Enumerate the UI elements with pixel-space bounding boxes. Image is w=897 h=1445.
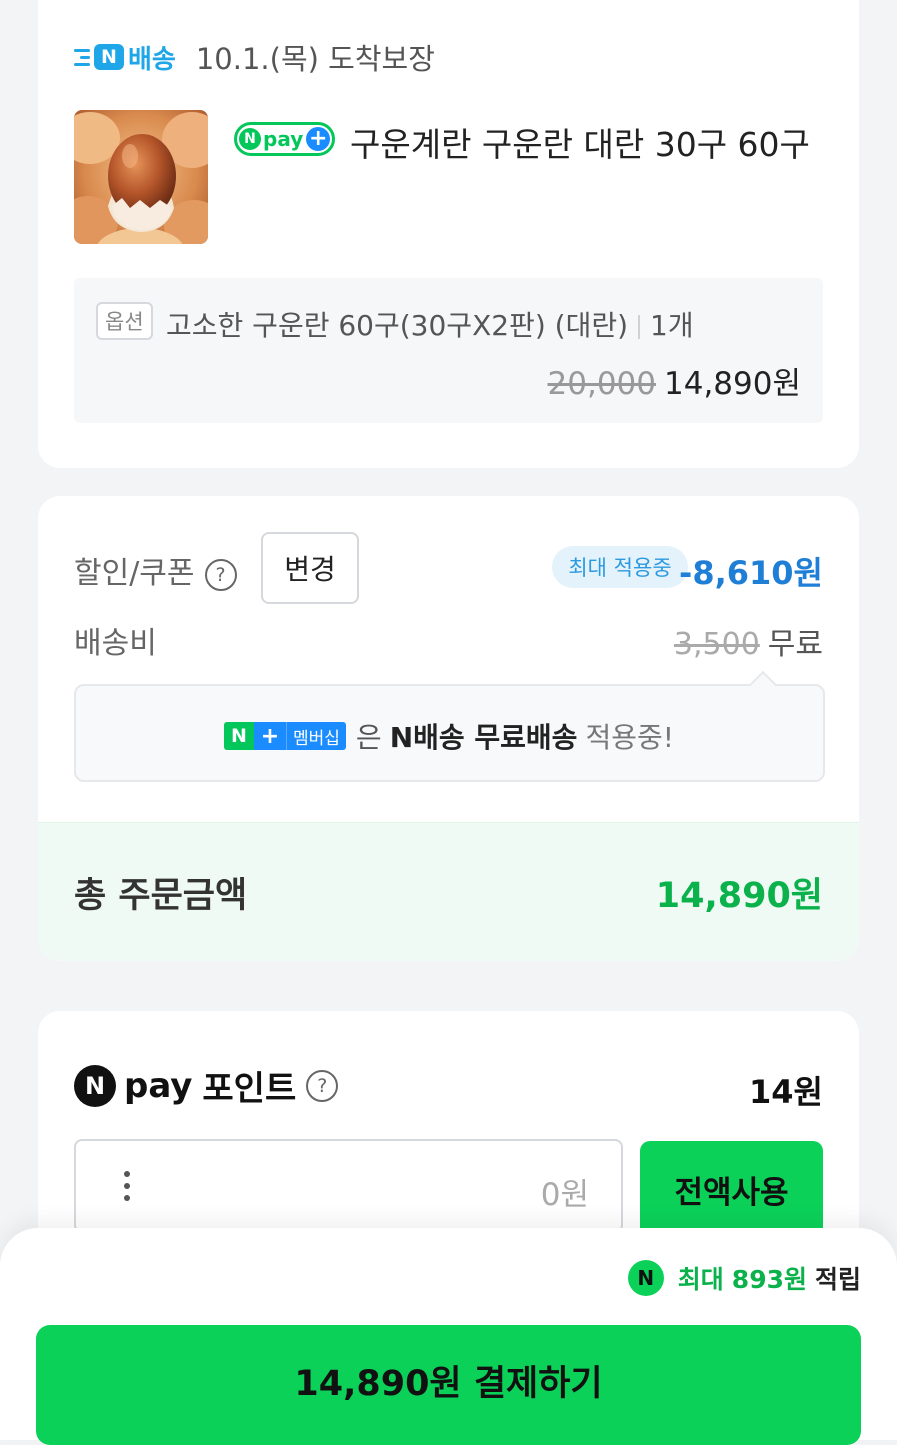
shipping-fee-value: 3,500 무료 [674, 619, 823, 663]
npay-n-icon: N [239, 128, 261, 150]
point-label: 포인트 [202, 1069, 297, 1109]
shipping-original-price: 3,500 [673, 627, 760, 662]
option-name-text: 고소한 구운란 60구(30구X2판) (대란) [166, 309, 629, 342]
discount-coupon-label: 할인/쿠폰? [74, 548, 237, 592]
membership-notice-content: N + 멤버십 은 N배송 무료배송 적용중! [224, 716, 674, 756]
use-all-points-button[interactable]: 전액사용 [640, 1141, 823, 1237]
option-name: 고소한 구운란 60구(30구X2판) (대란) 1개 [166, 304, 694, 344]
total-order-band: 총 주문금액 14,890원 [38, 822, 859, 961]
help-icon[interactable]: ? [204, 558, 237, 591]
pay-button[interactable]: 14,890원 결제하기 [36, 1325, 861, 1445]
delivery-arrival-date: 10.1.(목) 도착보장 [195, 42, 435, 76]
shipping-fee-label: 배송비 [74, 626, 157, 661]
n-plus-membership-badge: N + 멤버십 [224, 722, 346, 750]
membership-notice: N + 멤버십 은 N배송 무료배송 적용중! [74, 670, 825, 782]
n-delivery-icon: N [94, 44, 124, 70]
npay-text: pay [263, 127, 304, 151]
product-thumbnail[interactable] [74, 110, 208, 244]
membership-badge-text: 멤버십 [286, 722, 346, 750]
membership-applied: 적용중! [585, 721, 674, 754]
discount-value: -8,610원 [679, 554, 823, 592]
total-order-label: 총 주문금액 [74, 876, 248, 916]
reward-amount: 893원 [731, 1265, 807, 1294]
option-tag: 옵션 [96, 302, 153, 340]
total-order-value: 14,890원 [655, 876, 823, 916]
n-delivery-badge: N 배송 [74, 39, 176, 76]
npay-plus-badge: N pay + [234, 122, 336, 156]
plus-icon: + [306, 127, 331, 151]
option-box: 옵션 고소한 구운란 60구(30구X2판) (대란) 1개 20,000 14,8… [74, 278, 823, 423]
boiled-egg-photo-icon [74, 110, 208, 244]
n-reward-icon: N [627, 1260, 664, 1296]
tooltip-arrow [748, 670, 778, 700]
option-price: 14,890원 [664, 366, 801, 402]
n-icon: N [224, 722, 254, 750]
max-applied-badge: 최대 적용중 [552, 546, 688, 588]
point-input-placeholder: 0원 [540, 1177, 589, 1213]
reward-info: N 최대 893원 적립 [627, 1260, 861, 1296]
shipping-free-text: 무료 [767, 627, 823, 662]
delivery-row: N 배송 10.1.(목) 도착보장 [74, 36, 435, 78]
more-vertical-icon[interactable] [124, 1171, 130, 1207]
point-balance: 14원 [749, 1073, 823, 1111]
plus-icon: + [254, 722, 286, 750]
price-summary-card: 할인/쿠폰? 변경 최대 적용중 -8,610원 배송비 3,500 무료 N +… [38, 496, 859, 961]
option-price-row: 20,000 14,890원 [548, 358, 801, 403]
change-coupon-button[interactable]: 변경 [261, 532, 359, 604]
membership-text-particle: 은 [355, 721, 382, 754]
bottom-pay-sheet: N 최대 893원 적립 14,890원 결제하기 [0, 1228, 897, 1445]
discount-coupon-text: 할인/쿠폰 [74, 556, 195, 591]
npay-n-icon: N [74, 1064, 116, 1107]
npay-pay-text: pay [124, 1065, 193, 1106]
help-icon[interactable]: ? [306, 1069, 339, 1102]
product-card: N 배송 10.1.(목) 도착보장 N pay + 구운계란 구운란 대란 3… [38, 0, 859, 468]
npay-point-title: N pay 포인트 ? [74, 1061, 339, 1110]
option-quantity: 1개 [650, 309, 694, 342]
reward-prefix: 최대 [677, 1265, 724, 1294]
n-delivery-label: 배송 [128, 44, 176, 75]
option-original-price: 20,000 [547, 366, 656, 402]
reward-suffix: 적립 [814, 1265, 861, 1294]
option-divider [638, 315, 641, 339]
point-amount-input[interactable]: 0원 [74, 1139, 623, 1233]
speed-lines-icon [74, 45, 90, 70]
product-name[interactable]: 구운계란 구운란 대란 30구 60구 [350, 118, 810, 166]
membership-free-shipping: N배송 무료배송 [389, 721, 578, 754]
